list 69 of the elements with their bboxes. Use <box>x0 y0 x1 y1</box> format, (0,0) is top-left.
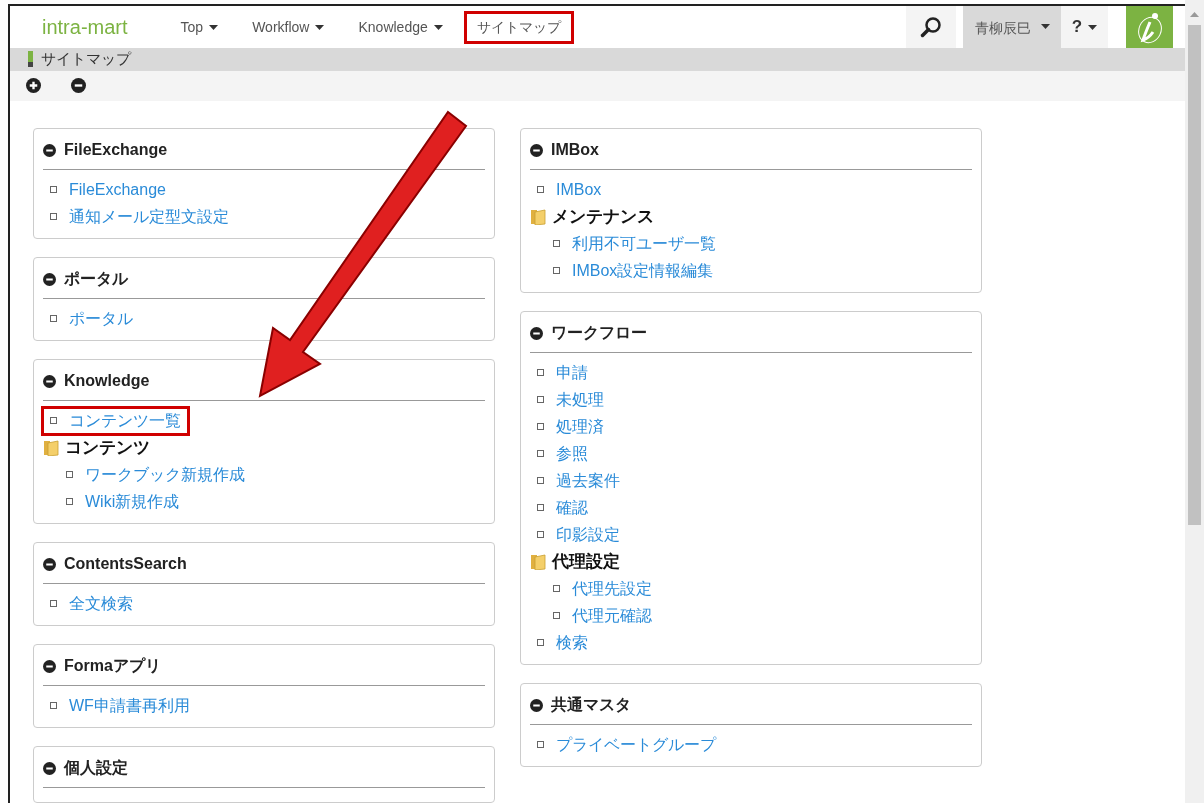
collapse-icon[interactable] <box>530 326 543 340</box>
folder-label: メンテナンス <box>552 205 654 228</box>
sitemap-link[interactable]: ポータル <box>41 303 142 334</box>
bullet-icon <box>66 471 73 478</box>
panel-title: Formaアプリ <box>64 656 161 676</box>
sitemap-link[interactable]: コンテンツ一覧 <box>41 405 190 436</box>
bullet-icon <box>537 423 544 430</box>
scrollbar[interactable] <box>1185 0 1204 803</box>
panel-title: FileExchange <box>64 140 168 160</box>
sitemap-link[interactable]: 全文検索 <box>41 588 142 619</box>
panel-title: 個人設定 <box>64 758 128 778</box>
bullet-icon <box>553 585 560 592</box>
sitemap-link[interactable]: IMBox <box>528 174 611 205</box>
folder-icon <box>530 553 546 570</box>
search-icon <box>920 16 942 38</box>
page-marker-icon <box>28 51 33 68</box>
panel-title: ContentsSearch <box>64 554 187 574</box>
collapse-icon[interactable] <box>43 272 56 286</box>
bullet-icon <box>50 213 57 220</box>
collapse-icon[interactable] <box>43 143 56 157</box>
bullet-icon <box>537 477 544 484</box>
expand-all-icon[interactable] <box>26 78 41 94</box>
collapse-icon[interactable] <box>43 659 56 673</box>
user-menu[interactable]: 青柳辰巳 <box>963 6 1061 49</box>
bullet-icon <box>537 396 544 403</box>
bullet-icon <box>50 600 57 607</box>
logo[interactable]: intra-mart <box>10 6 168 49</box>
panel-title: Knowledge <box>64 371 150 391</box>
bullet-icon <box>66 498 73 505</box>
collapse-icon[interactable] <box>530 143 543 157</box>
bullet-icon <box>50 186 57 193</box>
collapse-icon[interactable] <box>530 698 543 712</box>
folder-icon <box>43 439 59 456</box>
folder-label: 代理設定 <box>552 550 620 573</box>
page-title: サイトマップ <box>41 49 131 70</box>
scrollbar-thumb[interactable] <box>1188 25 1201 525</box>
collapse-icon[interactable] <box>43 761 56 775</box>
bullet-icon <box>50 702 57 709</box>
collapse-icon[interactable] <box>43 557 56 571</box>
nav-menu-item[interactable]: サイトマップ <box>463 10 574 44</box>
nav-menu-item[interactable]: Top <box>167 10 232 44</box>
caret-icon <box>1040 24 1050 29</box>
sitemap-link[interactable]: WF申請書再利用 <box>41 690 199 721</box>
nav-menu-item[interactable]: Knowledge <box>345 10 456 44</box>
panel-title: IMBox <box>551 140 599 160</box>
bullet-icon <box>50 315 57 322</box>
sitemap-link[interactable]: プライベートグループ <box>528 729 725 760</box>
collapse-all-icon[interactable] <box>71 78 86 94</box>
bullet-icon <box>50 417 57 424</box>
bullet-icon <box>537 531 544 538</box>
caret-icon <box>1088 24 1098 30</box>
bullet-icon <box>537 741 544 748</box>
bullet-icon <box>553 612 560 619</box>
bullet-icon <box>553 240 560 247</box>
bullet-icon <box>537 186 544 193</box>
bullet-icon <box>537 369 544 376</box>
nav-menu-item[interactable]: Workflow <box>239 10 338 44</box>
help-menu[interactable]: ? <box>1061 6 1108 49</box>
panel-title: ワークフロー <box>551 323 647 343</box>
bullet-icon <box>537 504 544 511</box>
folder-label: コンテンツ <box>65 436 150 459</box>
panel-title: ポータル <box>64 269 128 289</box>
bullet-icon <box>537 639 544 646</box>
folder-icon <box>530 208 546 225</box>
search-button[interactable] <box>906 6 956 49</box>
bullet-icon <box>553 267 560 274</box>
bullet-icon <box>537 450 544 457</box>
panel-title: 共通マスタ <box>551 695 631 715</box>
collapse-icon[interactable] <box>43 374 56 388</box>
